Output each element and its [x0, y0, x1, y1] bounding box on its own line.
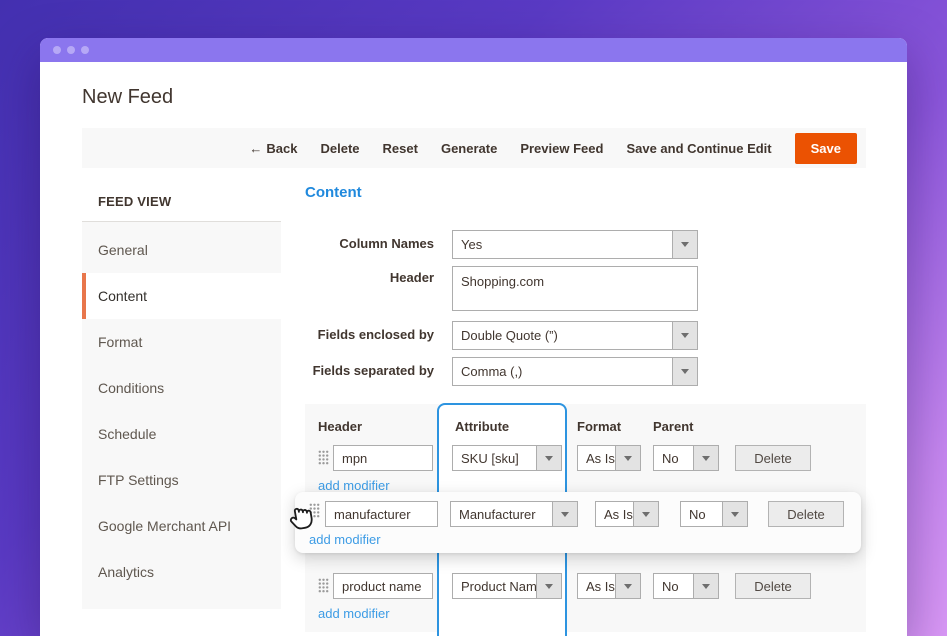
- app-window: New Feed ← Back Delete Reset Generate Pre…: [40, 38, 907, 636]
- add-modifier-link[interactable]: add modifier: [318, 478, 390, 493]
- sidebar-item-format[interactable]: Format: [82, 319, 281, 365]
- preview-feed-button[interactable]: Preview Feed: [520, 141, 603, 156]
- chevron-down-icon: [615, 446, 640, 470]
- chevron-down-icon: [672, 231, 697, 258]
- header-label: Header: [265, 270, 434, 285]
- chevron-down-icon: [672, 358, 697, 385]
- page-title: New Feed: [82, 86, 173, 109]
- format-select[interactable]: As Is: [577, 445, 641, 471]
- sidebar-header: FEED VIEW: [82, 185, 281, 222]
- window-dot[interactable]: [53, 46, 61, 54]
- action-toolbar: ← Back Delete Reset Generate Preview Feed…: [82, 128, 866, 168]
- header-input[interactable]: [333, 445, 433, 471]
- chevron-down-icon: [536, 574, 561, 598]
- grid-column-header: Header: [318, 419, 362, 434]
- chevron-down-icon: [536, 446, 561, 470]
- save-button[interactable]: Save: [795, 133, 857, 164]
- sidebar-item-analytics[interactable]: Analytics: [82, 549, 281, 595]
- sidebar-item-content[interactable]: Content: [82, 273, 281, 319]
- window-dot[interactable]: [67, 46, 75, 54]
- fields-enclosed-by-select[interactable]: Double Quote (”): [452, 321, 698, 350]
- sidebar-items: General Content Format Conditions Schedu…: [82, 222, 281, 609]
- drag-handle-icon[interactable]: [318, 578, 329, 598]
- grid-column-attribute: Attribute: [455, 419, 509, 434]
- add-modifier-link[interactable]: add modifier: [318, 606, 390, 621]
- attribute-select[interactable]: SKU [sku]: [452, 445, 562, 471]
- back-arrow-icon: ←: [249, 141, 262, 156]
- format-select[interactable]: As Is: [577, 573, 641, 599]
- generate-button[interactable]: Generate: [441, 141, 497, 156]
- chevron-down-icon: [672, 322, 697, 349]
- chevron-down-icon: [722, 502, 747, 526]
- header-input[interactable]: [325, 501, 438, 527]
- grid-column-format: Format: [577, 419, 621, 434]
- header-textarea[interactable]: Shopping.com: [452, 266, 698, 311]
- feed-view-sidebar: FEED VIEW General Content Format Conditi…: [82, 185, 281, 609]
- chevron-down-icon: [552, 502, 577, 526]
- fields-enclosed-by-label: Fields enclosed by: [265, 327, 434, 342]
- sidebar-item-general[interactable]: General: [82, 227, 281, 273]
- drag-handle-icon[interactable]: [318, 450, 329, 470]
- sidebar-item-conditions[interactable]: Conditions: [82, 365, 281, 411]
- format-select[interactable]: As Is: [595, 501, 659, 527]
- window-dot[interactable]: [81, 46, 89, 54]
- parent-select[interactable]: No: [653, 445, 719, 471]
- add-modifier-link[interactable]: add modifier: [309, 532, 381, 547]
- chevron-down-icon: [615, 574, 640, 598]
- attribute-select[interactable]: Product Name: [452, 573, 562, 599]
- attribute-select[interactable]: Manufacturer: [450, 501, 578, 527]
- chevron-down-icon: [693, 574, 718, 598]
- column-names-label: Column Names: [265, 236, 434, 251]
- fields-separated-by-select[interactable]: Comma (,): [452, 357, 698, 386]
- delete-row-button[interactable]: Delete: [735, 573, 811, 599]
- parent-select[interactable]: No: [653, 573, 719, 599]
- section-title: Content: [305, 184, 362, 201]
- reset-button[interactable]: Reset: [383, 141, 418, 156]
- sidebar-item-schedule[interactable]: Schedule: [82, 411, 281, 457]
- sidebar-item-ftp-settings[interactable]: FTP Settings: [82, 457, 281, 503]
- chevron-down-icon: [633, 502, 658, 526]
- delete-row-button[interactable]: Delete: [735, 445, 811, 471]
- save-and-continue-button[interactable]: Save and Continue Edit: [626, 141, 771, 156]
- fields-separated-by-label: Fields separated by: [265, 363, 434, 378]
- column-names-select[interactable]: Yes: [452, 230, 698, 259]
- window-titlebar: [40, 38, 907, 62]
- sidebar-item-google-merchant-api[interactable]: Google Merchant API: [82, 503, 281, 549]
- grid-column-parent: Parent: [653, 419, 693, 434]
- chevron-down-icon: [693, 446, 718, 470]
- dragged-row-card[interactable]: Manufacturer As Is No Delete add modifie…: [295, 492, 861, 553]
- header-input[interactable]: [333, 573, 433, 599]
- back-button[interactable]: ← Back: [249, 141, 297, 156]
- delete-row-button[interactable]: Delete: [768, 501, 844, 527]
- back-label: Back: [266, 141, 297, 156]
- grab-hand-cursor-icon: [287, 499, 317, 538]
- delete-button[interactable]: Delete: [321, 141, 360, 156]
- parent-select[interactable]: No: [680, 501, 748, 527]
